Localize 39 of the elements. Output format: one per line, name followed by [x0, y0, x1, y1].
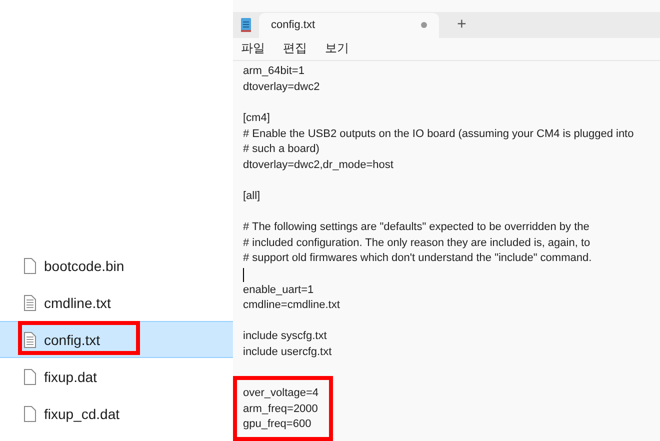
text-line: # support old firmwares which don't understand the "include" command. [243, 251, 593, 266]
menu-item[interactable]: 파일 [241, 40, 265, 58]
text-file-icon [24, 332, 36, 348]
text-line: [cm4] [243, 111, 271, 126]
text-line: over_voltage=4 [243, 386, 319, 402]
menu-item[interactable]: 보기 [325, 40, 349, 58]
new-tab-button[interactable]: + [457, 16, 466, 34]
file-row[interactable]: cmdline.txt [0, 284, 233, 321]
file-row[interactable]: fixup_cd.dat [0, 395, 233, 432]
text-line: include usercfg.txt [243, 345, 333, 360]
notepad-icon [241, 18, 251, 32]
file-name: config.txt [44, 332, 100, 348]
text-cursor [243, 268, 244, 282]
file-row[interactable]: fixup.dat [0, 358, 233, 395]
file-name: fixup_cd.dat [44, 406, 120, 422]
file-name: cmdline.txt [44, 294, 111, 310]
file-icon [24, 258, 36, 274]
text-line: # The following settings are "defaults" expected to be overridden by the [243, 220, 590, 236]
text-line: dtoverlay=dwc2 [243, 80, 321, 95]
tab[interactable]: config.txt [259, 12, 439, 38]
text-line: gpu_freq=600 [243, 417, 312, 432]
text-line: cmdline=cmdline.txt [243, 298, 341, 314]
menu-item[interactable]: 편집 [283, 40, 307, 58]
text-line: arm_freq=2000 [243, 402, 319, 417]
text-line: enable_uart=1 [243, 282, 315, 298]
text-line: [all] [243, 189, 262, 204]
file-icon [24, 406, 36, 422]
text-line: # included configuration. The only reason they are included is, again, to [243, 236, 592, 251]
file-row[interactable]: bootcode.bin [0, 247, 233, 284]
file-name: fixup.dat [44, 368, 97, 384]
text-line: # such a board) [243, 142, 320, 158]
file-row[interactable]: config.txt [0, 321, 233, 358]
text-line: # Enable the USB2 outputs on the IO board (assuming your CM4 is plugged into [243, 126, 635, 142]
file-icon [24, 368, 36, 384]
text-line: arm_64bit=1 [243, 64, 306, 80]
text-line: dtoverlay=dwc2,dr_mode=host [243, 158, 394, 173]
text-file-icon [24, 294, 36, 310]
text-line: include syscfg.txt [243, 329, 328, 344]
file-name: bootcode.bin [44, 258, 124, 274]
